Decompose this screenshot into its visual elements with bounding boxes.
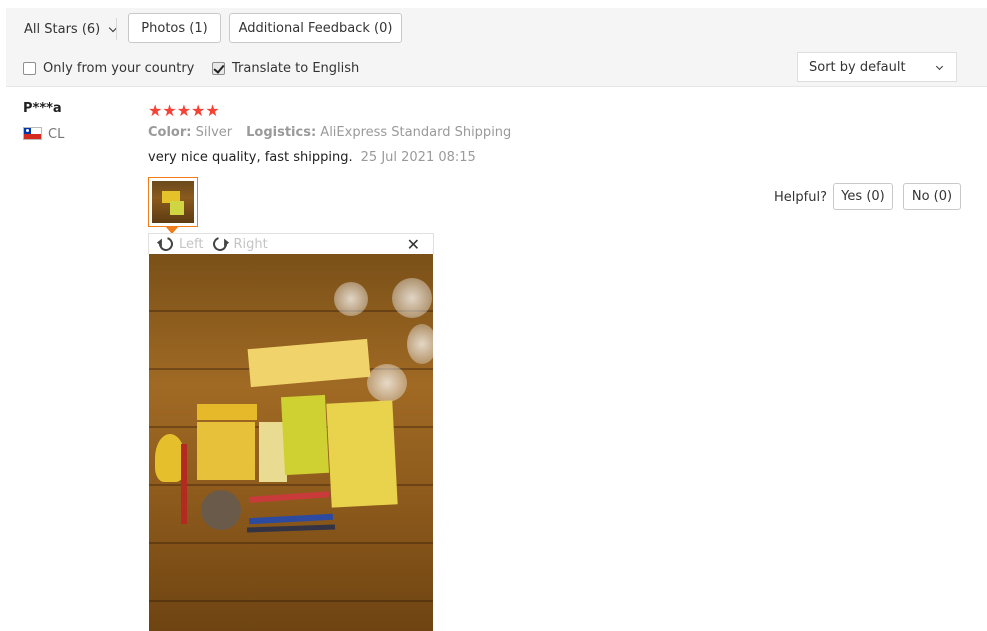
rotate-left-icon <box>156 234 176 254</box>
review-photo-thumbnail[interactable] <box>148 177 198 227</box>
additional-feedback-button[interactable]: Additional Feedback (0) <box>229 13 402 43</box>
only-country-option[interactable]: Only from your country <box>23 59 194 77</box>
color-value: Silver <box>195 125 233 140</box>
helpful-label: Helpful? <box>774 190 827 205</box>
translate-label: Translate to English <box>232 60 360 76</box>
helpful-yes-button[interactable]: Yes (0) <box>833 183 893 210</box>
only-country-label: Only from your country <box>43 60 195 76</box>
rotate-right-label: Right <box>233 236 268 252</box>
left-margin <box>0 0 6 87</box>
rotate-right-button[interactable]: Right <box>210 234 268 254</box>
only-country-checkbox[interactable] <box>23 61 36 75</box>
translate-option[interactable]: Translate to English <box>212 59 359 77</box>
review-date: 25 Jul 2021 08:15 <box>360 150 476 165</box>
sort-label: Sort by default <box>809 59 906 75</box>
helpful-no-button[interactable]: No (0) <box>903 183 961 210</box>
divider <box>116 18 117 40</box>
photos-filter-button[interactable]: Photos (1) <box>128 13 221 43</box>
sort-dropdown[interactable]: Sort by default <box>797 52 957 82</box>
color-label: Color: <box>148 125 192 140</box>
color-attribute: Color: Silver <box>148 125 232 140</box>
rotate-left-label: Left <box>179 236 204 252</box>
translate-checkbox[interactable] <box>212 61 225 75</box>
review-body: very nice quality, fast shipping. 25 Jul… <box>148 150 476 165</box>
close-icon[interactable]: ✕ <box>407 235 420 254</box>
photo-viewer-toolbar: Left Right ✕ <box>148 233 434 254</box>
product-attributes: Color: Silver Logistics: AliExpress Stan… <box>148 125 511 140</box>
chevron-down-icon <box>935 62 944 71</box>
logistics-label: Logistics: <box>246 125 317 140</box>
logistics-attribute: Logistics: AliExpress Standard Shipping <box>246 125 511 140</box>
reviewer-country: CL <box>48 127 65 142</box>
logistics-value: AliExpress Standard Shipping <box>320 125 512 140</box>
star-rating: ★★★★★ <box>148 101 220 120</box>
reviewer-name: P***a <box>23 101 62 116</box>
review-photo-large <box>149 254 433 631</box>
star-filter-label: All Stars (6) <box>24 21 101 37</box>
rotate-left-button[interactable]: Left <box>156 234 204 254</box>
star-filter-dropdown[interactable]: All Stars (6) <box>24 19 118 39</box>
top-margin <box>0 0 987 8</box>
chile-flag-icon <box>23 127 42 140</box>
review-text: very nice quality, fast shipping. <box>148 150 353 165</box>
rotate-right-icon <box>210 234 231 254</box>
thumbnail-image <box>152 181 194 223</box>
